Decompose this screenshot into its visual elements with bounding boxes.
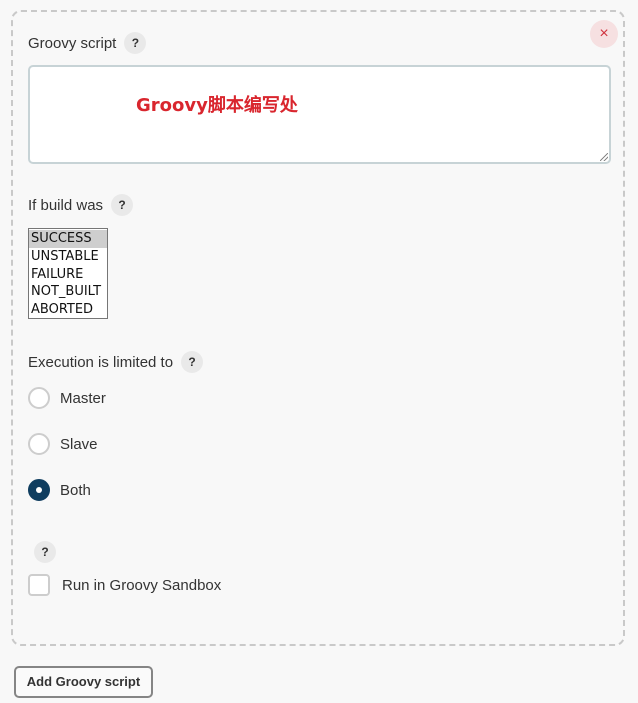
resize-grip-icon[interactable] bbox=[600, 153, 608, 161]
radio-both[interactable] bbox=[28, 479, 50, 501]
sandbox-help-row: ? bbox=[26, 541, 56, 563]
sandbox-help-icon[interactable]: ? bbox=[34, 541, 56, 563]
radio-master-label: Master bbox=[60, 389, 106, 407]
radio-slave-label: Slave bbox=[60, 435, 98, 453]
build-status-option-success[interactable]: SUCCESS bbox=[29, 230, 107, 248]
build-status-label-row: If build was ? bbox=[28, 194, 134, 216]
groovy-script-value: Groovy脚本编写处 bbox=[136, 95, 298, 116]
build-status-option-failure[interactable]: FAILURE bbox=[29, 266, 107, 284]
sandbox-checkbox-row[interactable]: Run in Groovy Sandbox bbox=[28, 574, 221, 596]
execution-label-row: Execution is limited to ? bbox=[28, 351, 204, 373]
build-status-label: If build was bbox=[28, 196, 104, 214]
build-status-option-aborted[interactable]: ABORTED bbox=[29, 301, 107, 318]
build-status-listbox[interactable]: SUCCESS UNSTABLE FAILURE NOT_BUILT ABORT… bbox=[28, 228, 108, 319]
build-status-option-not-built[interactable]: NOT_BUILT bbox=[29, 283, 107, 301]
execution-help-icon[interactable]: ? bbox=[181, 351, 204, 373]
groovy-script-label-row: Groovy script ? bbox=[28, 32, 147, 54]
close-icon[interactable]: × bbox=[590, 20, 618, 48]
sandbox-checkbox[interactable] bbox=[28, 574, 50, 596]
groovy-script-textarea[interactable]: Groovy脚本编写处 bbox=[28, 65, 611, 164]
radio-both-label: Both bbox=[60, 481, 91, 499]
groovy-script-label: Groovy script bbox=[28, 34, 117, 52]
radio-slave[interactable] bbox=[28, 433, 50, 455]
build-status-option-unstable[interactable]: UNSTABLE bbox=[29, 248, 107, 266]
execution-option-master[interactable]: Master bbox=[28, 387, 106, 409]
sandbox-label: Run in Groovy Sandbox bbox=[62, 576, 222, 594]
execution-option-both[interactable]: Both bbox=[28, 479, 91, 501]
radio-master[interactable] bbox=[28, 387, 50, 409]
build-status-help-icon[interactable]: ? bbox=[111, 194, 134, 216]
groovy-script-help-icon[interactable]: ? bbox=[124, 32, 147, 54]
execution-label: Execution is limited to bbox=[28, 353, 174, 371]
execution-option-slave[interactable]: Slave bbox=[28, 433, 98, 455]
add-groovy-script-button[interactable]: Add Groovy script bbox=[14, 666, 153, 698]
